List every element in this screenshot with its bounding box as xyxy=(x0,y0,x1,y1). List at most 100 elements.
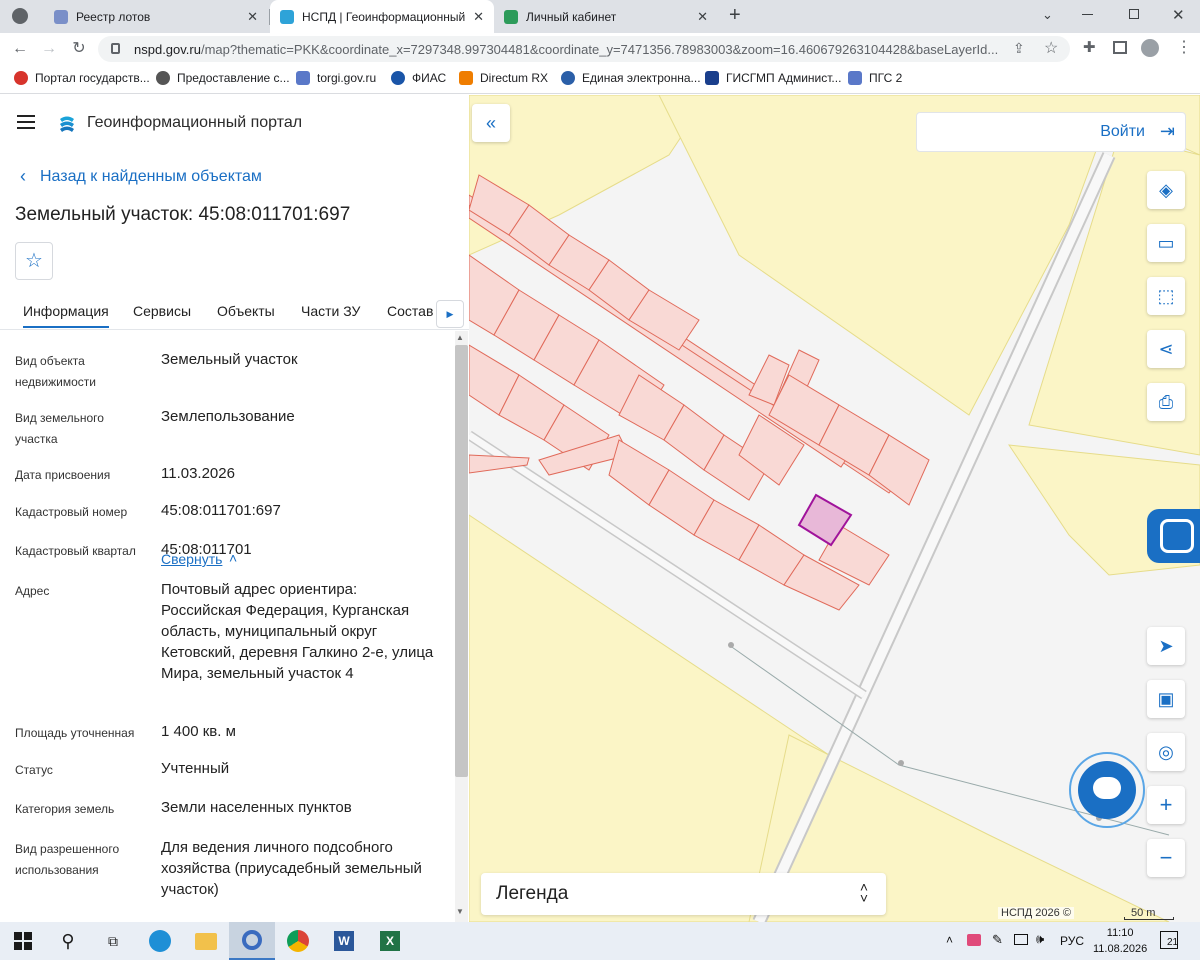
object-title: Земельный участок: 45:08:011701:697 xyxy=(15,204,351,225)
panel-scrollbar-thumb[interactable] xyxy=(455,345,468,777)
app-icon xyxy=(242,930,262,950)
bookmark-edinaya[interactable]: Единая электронна... xyxy=(561,71,701,85)
ruler-icon: ▭ xyxy=(1157,233,1175,253)
print-button[interactable]: ⎙ xyxy=(1147,383,1185,421)
chat-button[interactable] xyxy=(1078,761,1136,819)
bookmark-star-icon[interactable]: ☆ xyxy=(1044,38,1058,58)
tab-nspd[interactable]: НСПД | Геоинформационный п ✕ xyxy=(270,0,494,33)
profile-avatar[interactable] xyxy=(1141,39,1159,57)
back-to-results-link[interactable]: ‹ Назад к найденным объектам xyxy=(20,166,262,187)
login-button[interactable]: Войти ⇥ xyxy=(916,112,1186,152)
bookmark-pgs2[interactable]: ПГС 2 xyxy=(848,71,902,85)
favorite-button[interactable]: ☆ xyxy=(15,242,53,280)
value-status: Учтенный xyxy=(161,760,230,777)
bookmark-fias[interactable]: ФИАС xyxy=(391,71,446,85)
excel-icon: X xyxy=(380,931,400,951)
new-tab-button[interactable]: + xyxy=(729,4,741,27)
locate-icon: ➤ xyxy=(1158,636,1174,656)
tab-parts[interactable]: Части ЗУ xyxy=(301,303,360,319)
expand-icon: ˄ ˅ xyxy=(859,879,868,906)
folder-icon xyxy=(195,932,217,950)
gisgmp-icon xyxy=(705,71,719,85)
tab-reestr-lotov[interactable]: Реестр лотов ✕ xyxy=(44,0,268,33)
excel-button[interactable]: X xyxy=(367,922,413,960)
locate-button[interactable]: ➤ xyxy=(1147,627,1185,665)
minimize-icon[interactable] xyxy=(1082,14,1093,15)
start-button[interactable] xyxy=(0,922,46,960)
bookmark-torgi[interactable]: torgi.gov.ru xyxy=(296,71,376,85)
tab-search-icon[interactable]: ⌄ xyxy=(1042,7,1053,23)
tabs-scroll-right-button[interactable]: ▶ xyxy=(436,300,464,328)
tab-objects[interactable]: Объекты xyxy=(217,303,275,319)
forward-icon[interactable]: → xyxy=(38,38,60,60)
assistant-button[interactable] xyxy=(1147,509,1200,563)
bookmarks-bar: Портал государств... Предоставление с...… xyxy=(0,65,1200,94)
measure-button[interactable]: ▭ xyxy=(1147,224,1185,262)
map-marker-pole xyxy=(898,760,904,766)
info-table-lower: Площадь уточненная 1 400 кв. м Статус Уч… xyxy=(0,331,455,922)
tab-composition[interactable]: Состав xyxy=(387,303,433,319)
lock-icon[interactable] xyxy=(111,43,120,54)
tray-chevron-icon[interactable]: ˄ xyxy=(946,933,953,947)
tab-lichnyi-kabinet[interactable]: Личный кабинет ✕ xyxy=(494,0,718,33)
search-point-button[interactable]: ◎ xyxy=(1147,733,1185,771)
zoom-in-button[interactable]: + xyxy=(1147,786,1185,824)
label-land-category: Категория земель xyxy=(15,802,115,816)
clock-time: 11:10 xyxy=(1106,927,1134,939)
url-bar[interactable]: nspd.gov.ru/map?thematic=PKK&coordinate_… xyxy=(98,36,1070,62)
notifications-count: 21 xyxy=(1167,937,1179,948)
gerb-icon xyxy=(296,71,310,85)
tab-information[interactable]: Информация xyxy=(23,303,109,328)
copyright: НСПД 2026 © xyxy=(998,907,1074,919)
clock[interactable]: 11:10 11.08.2026 xyxy=(1093,925,1147,957)
scroll-up-icon[interactable]: ▲ xyxy=(456,333,464,342)
back-icon[interactable]: ← xyxy=(9,38,31,60)
windows-icon xyxy=(14,932,32,950)
bookmark-directum[interactable]: Directum RX xyxy=(459,71,548,85)
bookmark-predostavlenie[interactable]: Предоставление с... xyxy=(156,71,290,85)
bookmark-gosuslugi[interactable]: Портал государств... xyxy=(14,71,150,85)
zoom-in-icon: + xyxy=(1159,792,1173,817)
chrome-button[interactable] xyxy=(275,922,321,960)
language-indicator[interactable]: РУС xyxy=(1060,934,1084,948)
assistant-icon xyxy=(1160,519,1194,553)
browser-menu-icon[interactable] xyxy=(12,8,28,24)
side-panel-icon[interactable] xyxy=(1113,41,1127,54)
pen-icon[interactable]: ✎ xyxy=(992,932,1003,948)
share-page-icon[interactable]: ⇪ xyxy=(1013,40,1025,57)
volume-icon[interactable]: 🕪 xyxy=(1036,931,1044,947)
map-canvas[interactable]: « Войти ⇥ ◈ ▭ ⬚ ⋖ ⎙ ➤ ▣ ◎ + − Легенда ˄ ˅… xyxy=(469,95,1200,922)
share-button[interactable]: ⋖ xyxy=(1147,330,1185,368)
restore-icon[interactable] xyxy=(1129,9,1139,19)
layers-button[interactable]: ◈ xyxy=(1147,171,1185,209)
zoom-out-button[interactable]: − xyxy=(1147,839,1185,877)
panel-tabs: Информация Сервисы Объекты Части ЗУ Сост… xyxy=(0,295,469,330)
network-icon[interactable] xyxy=(1014,934,1028,945)
legend-dropdown[interactable]: Легенда ˄ ˅ xyxy=(481,873,886,915)
menu-icon[interactable] xyxy=(17,115,35,129)
browser-more-icon[interactable]: ⋮ xyxy=(1176,37,1192,57)
reload-icon[interactable]: ↻ xyxy=(68,38,90,60)
tray-app-icon[interactable] xyxy=(967,934,981,946)
close-window-icon[interactable]: ✕ xyxy=(1172,6,1185,24)
search-point-icon: ◎ xyxy=(1158,742,1174,762)
tab-services[interactable]: Сервисы xyxy=(133,303,191,319)
explorer-button[interactable] xyxy=(183,922,229,960)
close-tab-icon[interactable]: ✕ xyxy=(247,9,258,25)
scroll-down-icon[interactable]: ▼ xyxy=(456,907,464,916)
tile-app-button[interactable] xyxy=(229,922,275,960)
select-area-button[interactable]: ⬚ xyxy=(1147,277,1185,315)
minimap-icon: ▣ xyxy=(1157,689,1175,709)
extensions-icon[interactable]: ✚ xyxy=(1083,38,1096,56)
bookmark-gisgmp[interactable]: ГИСГМП Админист... xyxy=(705,71,841,85)
task-view-button[interactable]: ⧉ xyxy=(90,922,136,960)
search-button[interactable]: ⚲ xyxy=(45,922,91,960)
minimap-button[interactable]: ▣ xyxy=(1147,680,1185,718)
word-button[interactable]: W xyxy=(321,922,367,960)
edge-button[interactable] xyxy=(137,922,183,960)
close-tab-icon[interactable]: ✕ xyxy=(473,9,484,25)
close-tab-icon[interactable]: ✕ xyxy=(697,9,708,25)
clock-date: 11.08.2026 xyxy=(1093,943,1148,955)
collapse-panel-button[interactable]: « xyxy=(472,104,510,142)
chrome-icon xyxy=(287,930,309,952)
